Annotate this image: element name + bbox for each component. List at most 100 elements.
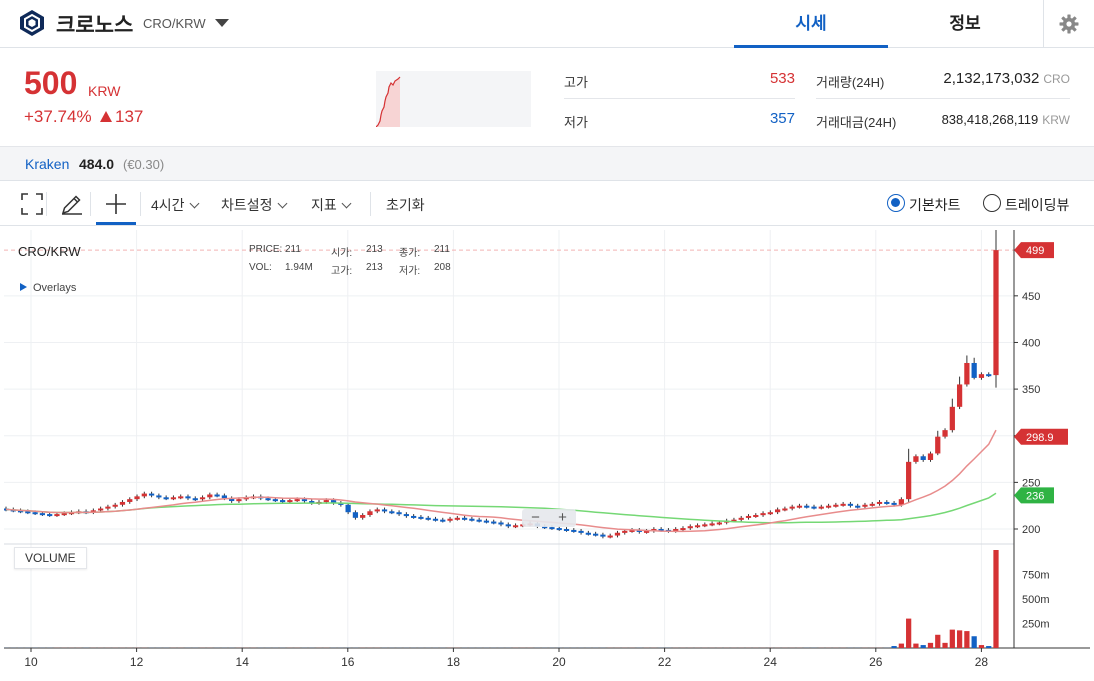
candle-up [454,517,460,520]
candle-up [687,526,693,529]
chart-toolbar: 4시간 차트설정 지표 초기화 기본차트 트레이딩뷰 [0,182,1094,226]
cronos-logo-icon [20,10,44,36]
ohlc-low: 208 [434,262,451,273]
app-header: 크로노스 CRO/KRW 시세 정보 [0,0,1094,48]
candle-down [855,505,861,508]
crosshair-active-indicator [96,222,136,225]
volume-bar [942,642,948,648]
play-triangle-icon [20,283,27,291]
price-tag-label: 298.9 [1026,432,1054,444]
candle-up [716,522,723,525]
ohlc-high-label: 고가: [331,266,353,277]
candle-down [221,495,228,499]
tab-info[interactable]: 정보 [888,0,1042,48]
candle-down [585,532,591,535]
ohlc-open: 213 [366,244,383,255]
zoom-in-button[interactable]: + [549,509,576,526]
candle-down [549,527,555,530]
stat-volume-unit: CRO [1043,72,1070,86]
overlays-toggle[interactable]: Overlays [20,282,76,294]
price-tick-label: 400 [1022,337,1040,349]
radio-basic-chart-label[interactable]: 기본차트 [909,195,961,215]
ohlc-price-label: PRICE: [249,244,283,255]
price-tick-label: 350 [1022,384,1040,396]
indicators-label: 지표 [311,197,337,213]
toolbar-divider [90,192,91,216]
stat-high: 고가 533 [564,59,795,99]
candle-down [593,533,599,536]
stat-low: 저가 357 [564,99,795,139]
volume-bar [935,634,941,648]
price-panel: 500 KRW +37.74% 137 고가 533 저가 357 거래량(24… [0,49,1094,145]
candle-down [163,497,169,500]
candle-up [360,515,366,518]
volume-bar [898,643,904,648]
ohlc-high: 213 [366,262,383,273]
chart-pair-label: CRO/KRW [18,244,81,259]
candle-down [47,514,53,517]
candle-down [432,518,439,521]
time-tick-label: 16 [341,655,355,669]
candle-up [745,515,752,518]
change-percent: +37.74% [24,107,92,126]
candle-up [738,517,744,520]
candle-down [483,520,490,523]
volume-bar [927,642,934,648]
volume-bar [949,629,955,648]
volume-bar [906,618,912,648]
volume-bar [913,643,919,648]
candle-up [833,504,839,507]
price-unit: KRW [88,83,121,99]
candle-up [367,511,373,516]
chart-settings-dropdown[interactable]: 차트설정 [221,195,287,215]
chart-canvas[interactable]: 200250300350400450250m500m750m1012141618… [4,230,1090,678]
candle-down [804,505,810,508]
reset-button[interactable]: 초기화 [386,195,425,215]
candle-down [571,529,577,532]
candle-down [491,521,497,524]
radio-tradingview[interactable] [983,194,1001,212]
current-price: 500 [24,65,78,101]
candle-down [214,494,220,497]
candle-down [425,517,431,520]
up-triangle-icon [100,111,112,122]
stat-amount-unit: KRW [1042,113,1070,127]
zoom-out-button[interactable]: − [522,509,549,526]
candle-down [811,506,817,509]
candle-down [563,529,570,532]
candle-up [694,525,701,528]
exchange-name[interactable]: Kraken [25,156,69,172]
crosshair-icon[interactable] [104,192,128,216]
stat-volume-value: 2,132,173,032 [943,70,1040,87]
candle-down [476,519,482,522]
stat-low-label: 저가 [564,115,588,130]
settings-button[interactable] [1043,0,1094,48]
radio-tradingview-label[interactable]: 트레이딩뷰 [1005,195,1069,215]
candle-down [185,496,191,499]
pencil-icon[interactable] [60,192,84,216]
fullscreen-icon[interactable] [20,192,44,216]
candlestick-chart[interactable]: 200250300350400450250m500m750m1012141618… [4,230,1090,678]
interval-dropdown[interactable]: 4시간 [151,195,199,215]
ohlc-open-label: 시가: [331,248,353,259]
candle-up [54,514,60,517]
moving-average-fast [5,429,997,533]
candle-up [862,504,868,507]
candle-down [891,502,897,505]
indicators-dropdown[interactable]: 지표 [311,195,352,215]
tab-price[interactable]: 시세 [734,0,888,48]
coin-dropdown-icon[interactable] [215,19,229,27]
change-amount: 137 [115,107,144,126]
stat-volume-label: 거래량(24H) [816,75,885,90]
price-tick-label: 200 [1022,524,1040,536]
overlays-label: Overlays [33,282,77,294]
candle-down [389,511,395,514]
zoom-controls: − + [522,509,576,527]
time-tick-label: 18 [447,655,461,669]
radio-basic-chart[interactable] [887,194,905,212]
candle-up [105,506,111,509]
stat-amount-value: 838,418,268,119 [941,112,1039,127]
candle-down [600,534,606,537]
candle-up [702,524,708,527]
stat-amount: 거래대금(24H) 838,418,268,119 KRW [816,99,1070,139]
